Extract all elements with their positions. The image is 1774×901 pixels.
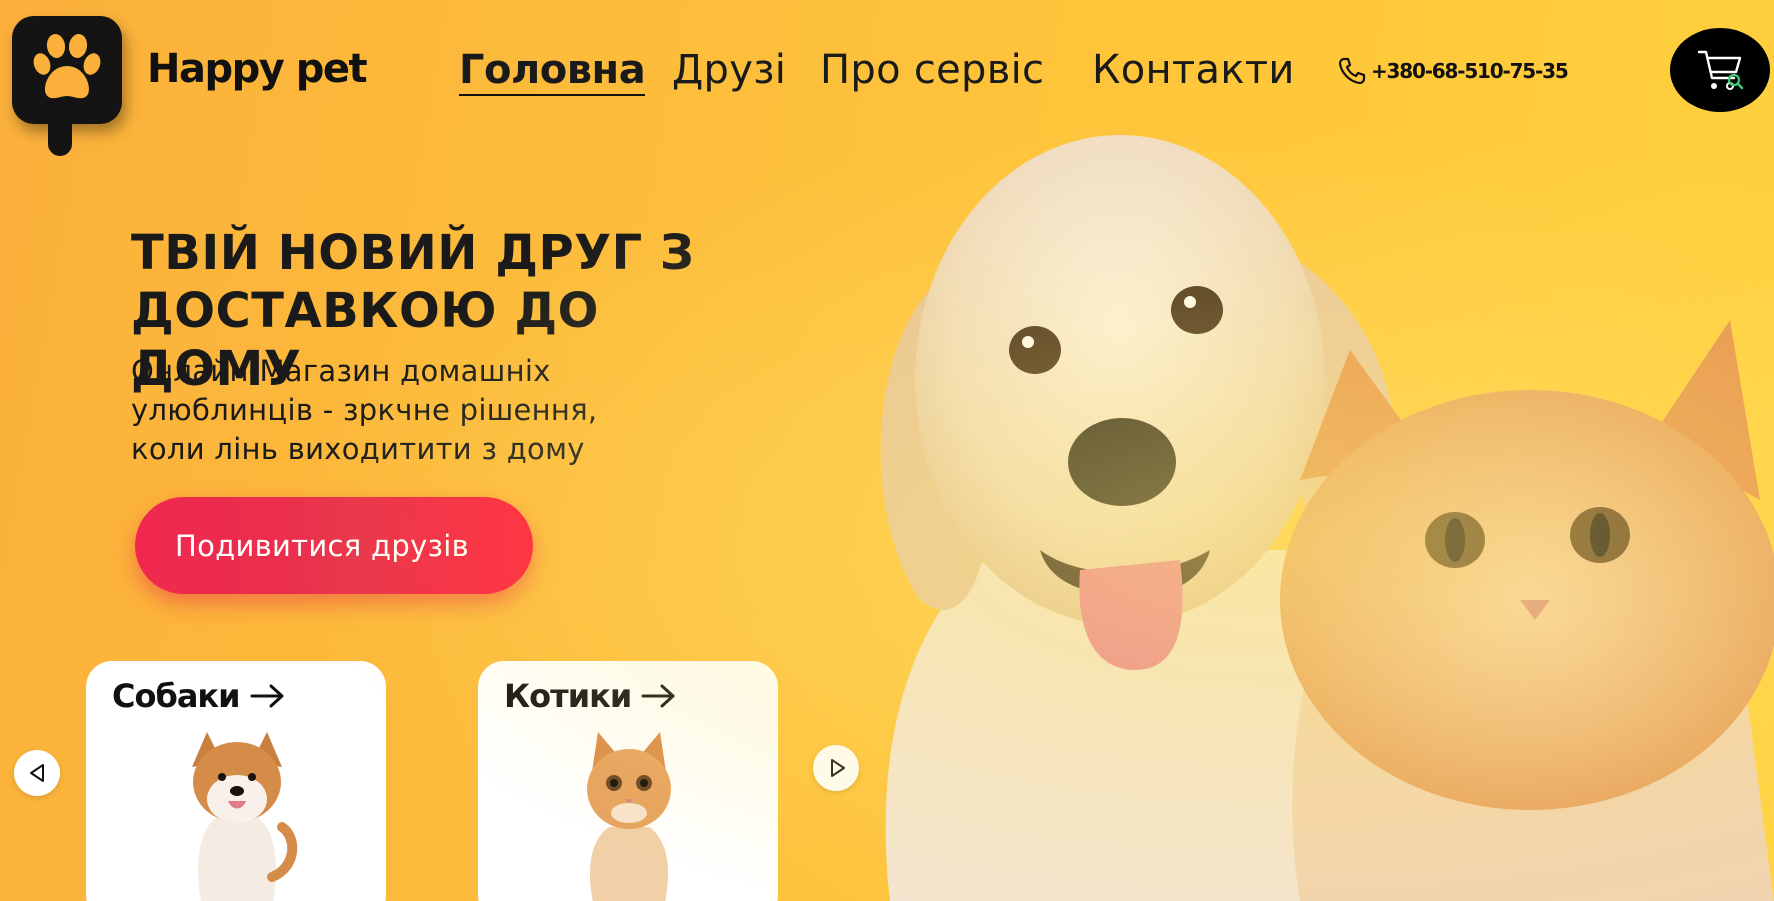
nav-item-friends[interactable]: Друзі [672,47,786,93]
phone-link[interactable]: +380-68-510-75-35 [1337,56,1569,86]
hero-section: Happy pet Головна Друзі Про сервіс Конта… [0,0,1774,901]
phone-number: +380-68-510-75-35 [1371,59,1569,83]
category-title-cats: Котики [504,677,677,715]
category-label-cats: Котики [504,677,632,715]
paw-icon [33,34,101,99]
triangle-left-icon [30,764,44,782]
nav-item-about[interactable]: Про сервіс [820,47,1044,93]
hero-headline-line1: ТВІЙ НОВИЙ ДРУГ З [131,225,695,281]
category-title-dogs: Собаки [112,677,286,715]
slider-prev-button[interactable] [14,750,60,796]
hero-subtitle-line2: улюблинців - зркчне рішення, [131,393,598,427]
category-label-dogs: Собаки [112,677,241,715]
arrow-right-icon [641,684,675,708]
cart-search-icon [1697,50,1744,90]
category-card-cats[interactable]: Котики [478,661,778,901]
logo-badge[interactable] [12,16,122,156]
triangle-right-icon [831,759,845,777]
dog-thumbnail-image [192,732,298,901]
hero-subtitle: Онлайн-Магазин домашніх улюблинців - зрк… [131,352,691,469]
arrow-right-icon [250,684,284,708]
view-friends-button[interactable]: Подивитися друзів [135,497,533,594]
hero-subtitle-line3: коли лінь виходитити з дому [131,432,585,466]
brand-name[interactable]: Happy pet [147,46,368,92]
phone-icon [1338,57,1366,85]
kitten-thumbnail-image [587,732,671,901]
nav-item-home[interactable]: Головна [459,47,646,96]
hero-pets-image [880,135,1774,901]
nav-item-contacts[interactable]: Контакти [1092,47,1295,93]
logo-tail [48,112,72,156]
cart-button[interactable] [1670,28,1770,112]
slider-next-button[interactable] [813,745,859,791]
category-card-dogs[interactable]: Собаки [86,661,386,901]
hero-subtitle-line1: Онлайн-Магазин домашніх [131,354,551,388]
